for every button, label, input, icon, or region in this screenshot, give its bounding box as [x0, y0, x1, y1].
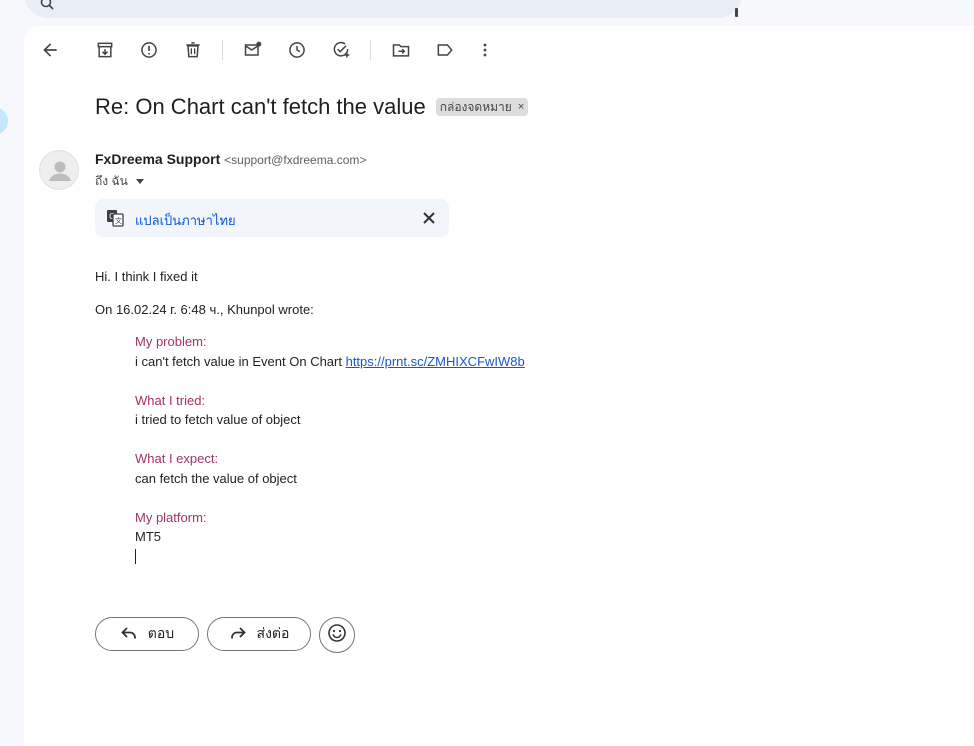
toolbar-separator [370, 40, 371, 60]
report-spam-icon[interactable] [137, 38, 161, 62]
reply-label: ตอบ [147, 625, 175, 641]
snooze-icon[interactable] [285, 38, 309, 62]
quote-text: MT5 [135, 529, 161, 544]
quote-text: i tried to fetch value of object [135, 412, 301, 427]
forward-icon [229, 624, 247, 645]
move-to-icon[interactable] [389, 38, 413, 62]
nav-active-indicator [0, 107, 8, 135]
quote-heading: What I tried: [135, 393, 206, 408]
remove-label-icon[interactable]: × [518, 101, 524, 113]
add-task-icon[interactable] [329, 38, 353, 62]
more-vert-icon[interactable] [473, 38, 497, 62]
translate-icon: G文 [106, 209, 124, 227]
label-icon[interactable] [433, 38, 457, 62]
search-bar[interactable] [24, 0, 742, 18]
chevron-down-icon[interactable] [135, 179, 144, 184]
reply-button[interactable]: ตอบ [95, 617, 199, 651]
sender-line: FxDreema Support <support@fxdreema.com> [95, 151, 366, 167]
forward-button[interactable]: ส่งต่อ [207, 617, 311, 651]
recipients-toggle[interactable]: ถึง ฉัน [95, 172, 144, 191]
avatar [39, 150, 79, 190]
quote-text: i can't fetch value in Event On Chart ht… [135, 354, 525, 369]
sender-name[interactable]: FxDreema Support [95, 151, 220, 167]
search-icon[interactable] [40, 0, 54, 10]
quote-text: can fetch the value of object [135, 471, 297, 486]
translate-link[interactable]: แปลเป็นภาษาไทย [135, 210, 236, 231]
email-subject: Re: On Chart can't fetch the value [95, 94, 426, 119]
message-toolbar [24, 26, 544, 74]
text-cursor [135, 549, 136, 564]
quote-header: On 16.02.24 г. 6:48 ч., Khunpol wrote: [95, 302, 314, 317]
back-arrow-icon[interactable] [38, 38, 62, 62]
quote-heading: What I expect: [135, 451, 219, 466]
smile-icon [327, 623, 347, 648]
emoji-reaction-button[interactable] [319, 617, 355, 653]
quote-heading: My problem: [135, 334, 207, 349]
translate-bar: G文 แปลเป็นภาษาไทย [95, 199, 449, 237]
close-icon[interactable] [421, 210, 437, 226]
quote-heading: My platform: [135, 510, 207, 525]
body-text: Hi. I think I fixed it [95, 269, 198, 284]
screenshot-link[interactable]: https://prnt.sc/ZMHIXCFwIW8b [346, 354, 525, 369]
sender-email: <support@fxdreema.com> [224, 153, 367, 167]
to-label: ถึง ฉัน [95, 174, 128, 188]
label-chip-text: กล่องจดหมาย [439, 99, 512, 114]
svg-text:文: 文 [115, 216, 122, 225]
mark-unread-icon[interactable] [241, 38, 265, 62]
delete-icon[interactable] [181, 38, 205, 62]
label-chip[interactable]: กล่องจดหมาย × [435, 98, 529, 116]
toolbar-separator [222, 40, 223, 60]
reply-icon [120, 624, 138, 645]
subject-row: Re: On Chart can't fetch the value กล่อง… [95, 94, 529, 120]
archive-icon[interactable] [93, 38, 117, 62]
quote-text-body: i can't fetch value in Event On Chart [135, 354, 346, 369]
search-options-icon[interactable] [735, 8, 738, 17]
forward-label: ส่งต่อ [256, 625, 290, 641]
message-pane: Re: On Chart can't fetch the value กล่อง… [24, 26, 974, 746]
